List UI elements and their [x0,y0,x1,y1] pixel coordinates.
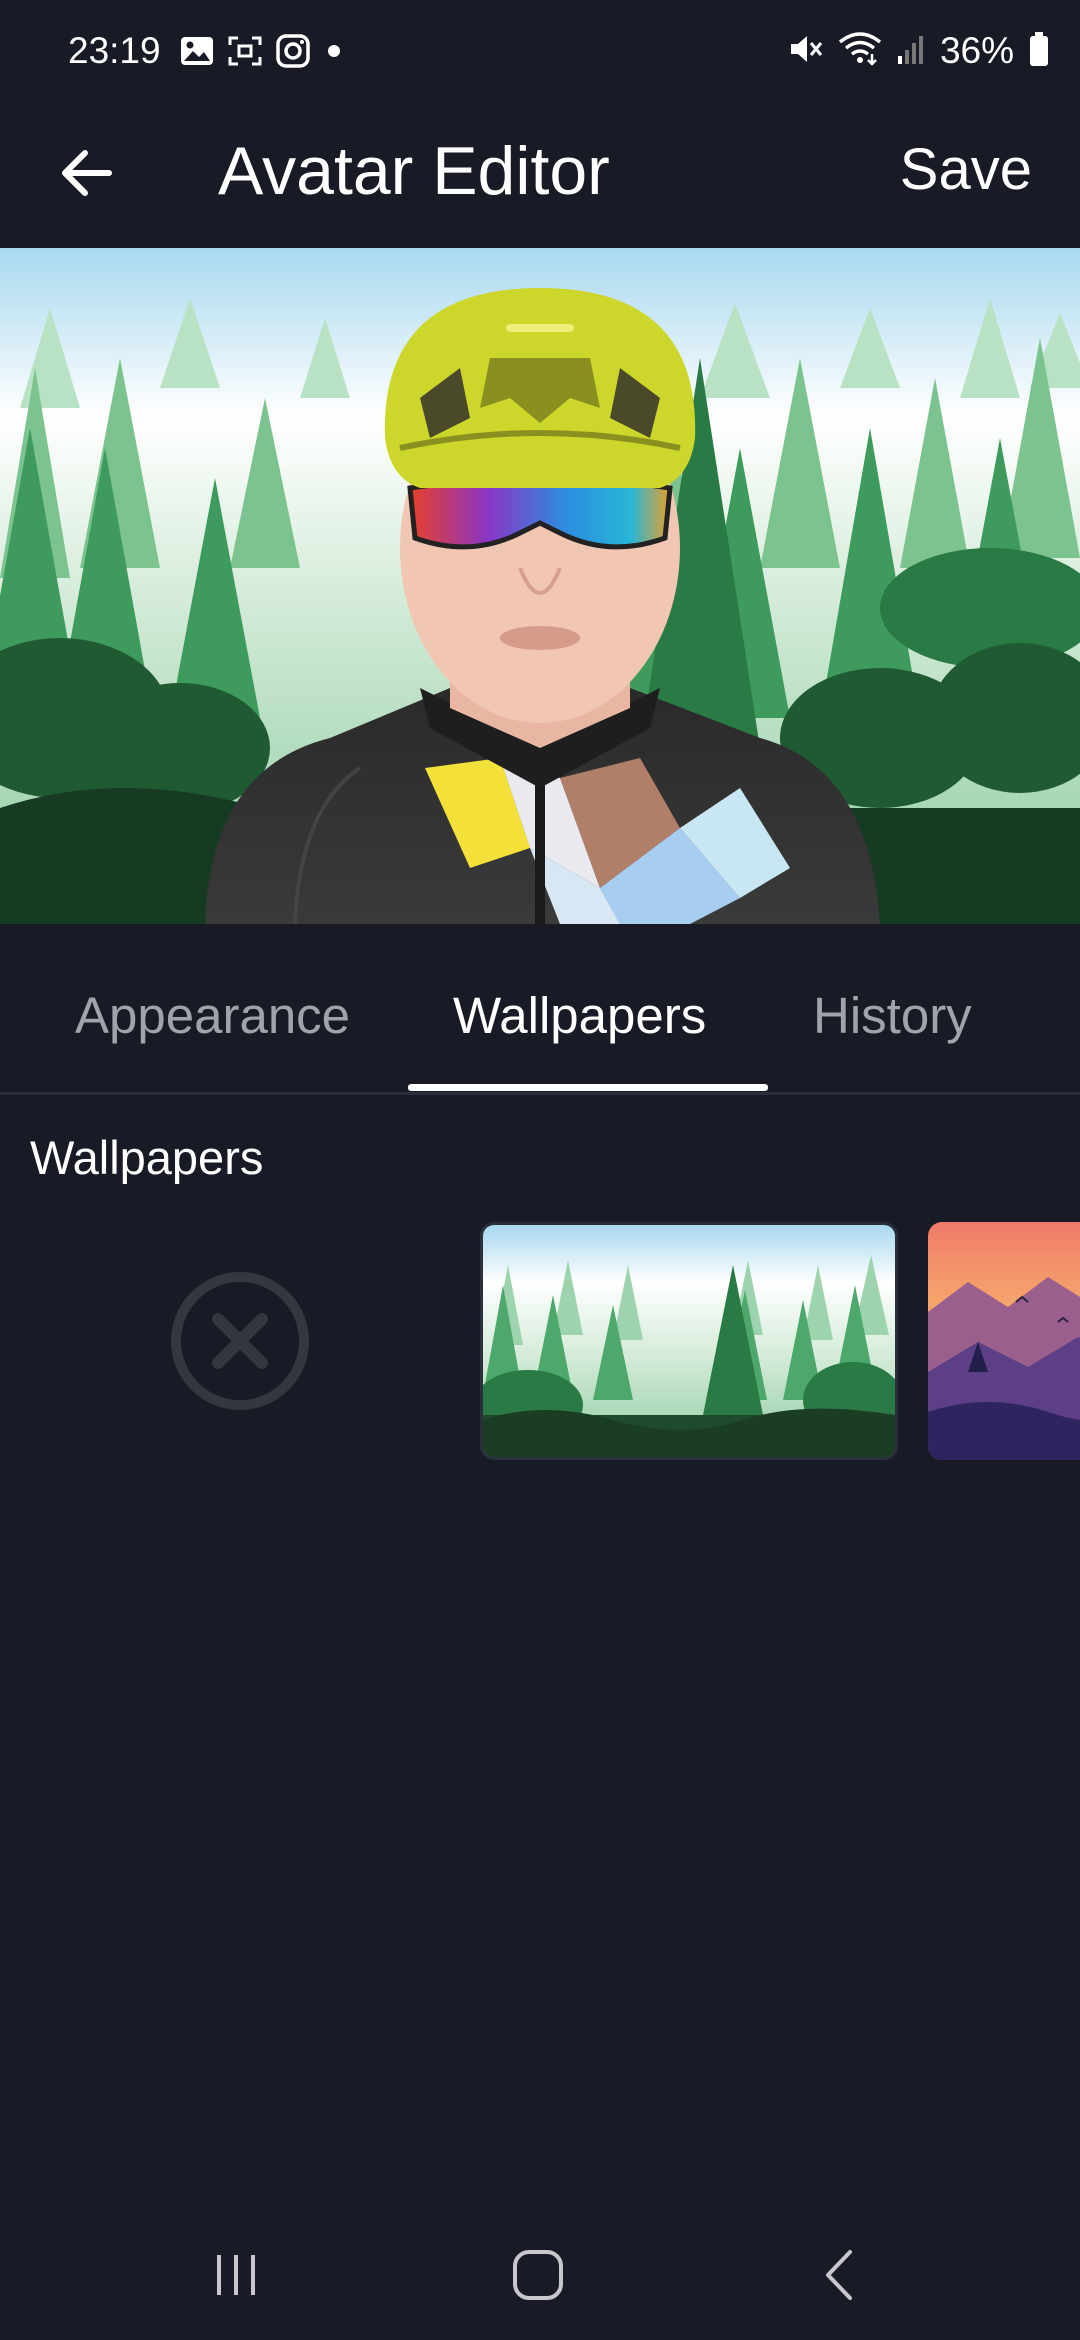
system-icons: 36% [788,30,1050,72]
back-button[interactable] [50,138,120,208]
chevron-left-icon [826,2250,852,2300]
tab-appearance[interactable]: Appearance [75,986,350,1045]
tab-bar: Appearance Wallpapers History [0,924,1080,1095]
dot-icon [324,41,344,66]
home-button[interactable] [498,2240,578,2310]
page-title: Avatar Editor [218,133,610,209]
wallpaper-forest-thumbnail[interactable] [480,1222,898,1460]
recent-apps-icon [217,2255,255,2295]
status-time: 23:19 [68,30,161,71]
close-circle-icon [171,1272,309,1410]
section-title: Wallpapers [30,1131,264,1184]
save-button[interactable]: Save [900,136,1032,203]
screenshot-icon [228,36,262,71]
avatar-preview [0,248,1080,924]
gallery-icon [180,36,214,71]
back-nav-button[interactable] [800,2240,880,2310]
recent-apps-button[interactable] [196,2240,276,2310]
arrow-left-icon [62,150,112,196]
app-bar: Avatar Editor Save [0,108,1080,248]
wifi-icon [838,31,882,71]
wallpaper-none-option[interactable] [90,1222,390,1460]
instagram-icon [276,34,310,73]
tab-wallpapers[interactable]: Wallpapers [453,986,706,1045]
wallpaper-sunset-thumbnail[interactable] [928,1222,1080,1460]
mute-icon [788,32,824,71]
status-bar: 23:19 36% [0,0,1080,108]
tab-history[interactable]: History [813,986,972,1045]
active-tab-indicator [408,1084,768,1091]
notification-icons [180,34,344,73]
home-icon [513,2250,563,2300]
battery-icon [1028,31,1050,72]
battery-percent: 36% [939,30,1014,71]
system-nav-bar [0,2200,1080,2340]
signal-icon [896,32,926,71]
